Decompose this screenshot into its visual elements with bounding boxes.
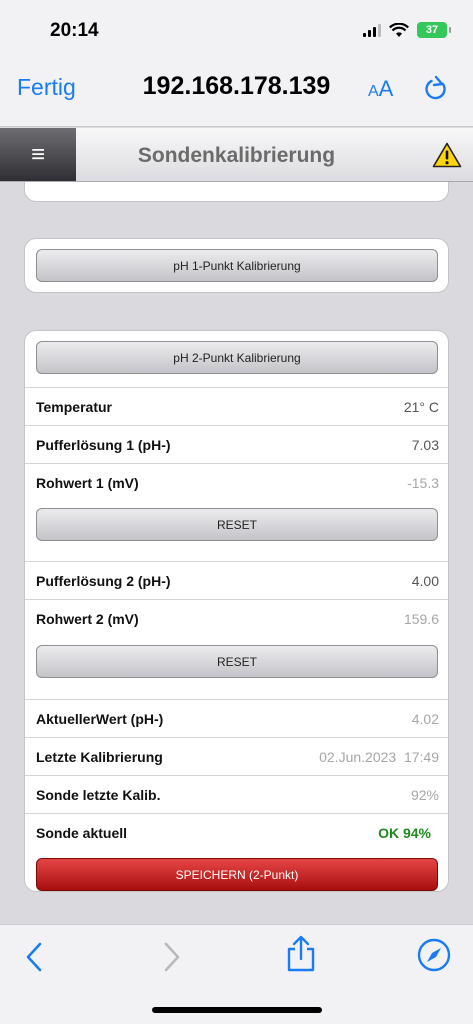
text-size-small-a: A [368,83,379,100]
warning-icon[interactable] [432,142,462,168]
buffer2-label: Pufferlösung 2 (pH-) [36,572,171,589]
cellular-signal-icon [363,23,381,37]
wifi-icon [389,22,409,37]
save-button[interactable]: SPEICHERN (2-Punkt) [36,858,438,891]
buffer1-label: Pufferlösung 1 (pH-) [36,436,171,453]
menu-icon: ≡ [30,140,45,168]
ph2-calibration-button[interactable]: pH 2-Punkt Kalibrierung [36,341,438,374]
raw2-value: 159.6 [403,610,439,627]
raw1-label: Rohwert 1 (mV) [36,474,139,491]
raw1-value: -15.3 [407,474,439,491]
reset1-button[interactable]: RESET [36,508,438,541]
card-ph2: pH 2-Punkt Kalibrierung Temperatur 21° C… [24,330,449,892]
battery-level: 37 [425,24,439,36]
temperature-label: Temperatur [36,398,112,415]
status-time: 20:14 [50,20,99,41]
row-buffer1[interactable]: Pufferlösung 1 (pH-) 7.03 [25,425,448,463]
row-current: AktuellerWert (pH-) 4.02 [25,699,448,737]
app-header: ≡ Sondenkalibrierung [0,128,473,182]
text-size-large-a: A [378,76,394,101]
temperature-value: 21° C [403,398,439,415]
buffer1-value[interactable]: 7.03 [412,437,439,453]
reload-icon[interactable] [423,75,449,103]
raw2-label: Rohwert 2 (mV) [36,610,139,627]
share-icon[interactable] [285,935,317,973]
battery-icon: 37 [417,22,451,38]
forward-icon[interactable] [160,941,182,973]
row-temperature: Temperatur 21° C [25,387,448,425]
row-probe-last: Sonde letzte Kalib. 92% [25,775,448,813]
back-icon[interactable] [24,941,46,973]
current-value: 4.02 [411,710,439,727]
done-button[interactable]: Fertig [17,74,76,101]
last-calibration-label: Letzte Kalibrierung [36,748,163,765]
buffer2-value[interactable]: 4.00 [412,573,439,589]
probe-last-value: 92% [410,786,439,803]
menu-button[interactable]: ≡ [0,128,76,181]
reset2-button[interactable]: RESET [36,645,438,678]
status-icons: 37 [363,22,451,38]
row-probe-current: Sonde aktuell OK 94% [25,813,448,851]
home-indicator [152,1007,322,1013]
card-ph1: pH 1-Punkt Kalibrierung [24,238,449,293]
probe-current-label: Sonde aktuell [36,824,128,841]
row-raw2: Rohwert 2 (mV) 159.6 [25,599,448,637]
current-label: AktuellerWert (pH-) [36,710,164,727]
ph1-calibration-button[interactable]: pH 1-Punkt Kalibrierung [36,249,438,282]
calibration-content: pH 1-Punkt Kalibrierung pH 2-Punkt Kalib… [0,182,473,924]
card-partial [24,182,449,202]
browser-header: 20:14 37 Fertig 192.168.178.139 AA [0,0,473,127]
row-buffer2[interactable]: Pufferlösung 2 (pH-) 4.00 [25,561,448,599]
probe-last-label: Sonde letzte Kalib. [36,786,161,803]
row-last-calibration: Letzte Kalibrierung 02.Jun.2023 17:49 [25,737,448,775]
probe-current-value: OK 94% [378,824,431,841]
last-calibration-value: 02.Jun.2023 17:49 [319,748,439,765]
row-raw1: Rohwert 1 (mV) -15.3 [25,463,448,501]
text-size-button[interactable]: AA [368,76,393,102]
compass-icon[interactable] [417,938,451,972]
